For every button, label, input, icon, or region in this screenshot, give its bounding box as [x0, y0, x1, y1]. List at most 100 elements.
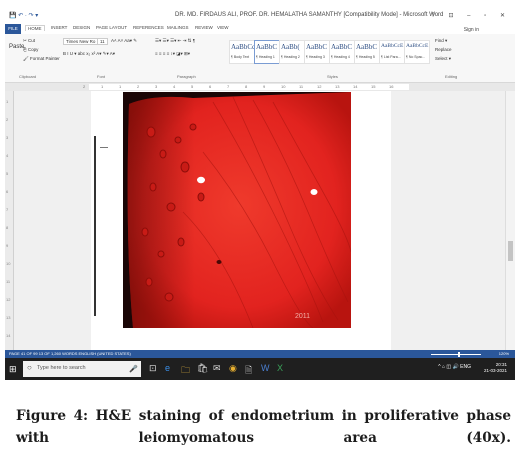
vruler-mark: 9 [6, 243, 9, 248]
file-explorer-icon[interactable]: 🗀 [181, 363, 190, 379]
replace-button[interactable]: Replace [435, 47, 452, 52]
vruler-mark: 12 [6, 297, 11, 302]
tab-home[interactable]: HOME [25, 25, 45, 31]
ruler-mark: 6 [209, 84, 212, 89]
style-sample: AaBbCc [231, 43, 256, 51]
vacuole-right [310, 189, 318, 195]
clipboard-group-label: Clipboard [19, 74, 37, 79]
ruler-mark: 3 [155, 84, 158, 89]
style-heading-5[interactable]: AaBbC ¶ Heading 5 [354, 40, 380, 64]
microphone-icon[interactable]: 🎤 [129, 365, 138, 373]
start-icon[interactable]: ⊞ [9, 364, 17, 375]
quick-access-toolbar[interactable]: 💾 ↶ · ↷ ▾ [9, 12, 38, 19]
ruler-mark: 10 [281, 84, 286, 89]
histology-micrograph: 2011 [123, 92, 351, 328]
cut-button[interactable]: ✂ Cut [23, 38, 35, 44]
ribbon-tabs: FILE HOME INSERT DESIGN PAGE LAYOUT REFE… [5, 24, 515, 34]
ruler-mark: 1 [101, 84, 104, 89]
dark-spot [216, 260, 222, 264]
document-icon[interactable]: 🗎 [245, 363, 252, 379]
font-name-select[interactable]: Times New Ro [63, 38, 99, 45]
window-title: DR. MD. FIRDAUS ALI, PROF. DR. HEMALATHA… [175, 12, 444, 18]
taskbar-clock[interactable]: 20:31 21-03-2021 [484, 362, 507, 374]
style-heading-4[interactable]: AaBbC ¶ Heading 4 [329, 40, 355, 64]
paragraph-align-buttons[interactable]: ≡ ≡ ≡ ≡ ↕▾ ◪▾ ⊞▾ [155, 51, 190, 57]
zoom-slider[interactable] [431, 354, 481, 355]
window-controls[interactable]: ? ⊡ – ▫ ✕ [431, 12, 511, 19]
status-text: PAGE 41 OF 99 13 OF 1,260 WORDS ENGLISH … [9, 351, 131, 356]
tab-view[interactable]: VIEW [217, 25, 229, 30]
font-format-buttons[interactable]: B I U ▾ abc x₂ x² A▾ ✎▾ A▾ [63, 51, 115, 57]
vruler-mark: 2 [6, 117, 9, 122]
tab-insert[interactable]: INSERT [51, 25, 67, 30]
ruler-mark: 13 [335, 84, 340, 89]
ribbon: Paste ✂ Cut ⎘ Copy 🖌 Format Painter Clip… [5, 34, 515, 83]
tab-file[interactable]: FILE [5, 24, 21, 34]
style-sample: AaBbC [356, 43, 377, 51]
style-list-paragraph[interactable]: AaBbCcE ¶ List Para... [379, 40, 405, 64]
ruler-mark: 12 [317, 84, 322, 89]
vruler-mark: 5 [6, 171, 9, 176]
excel-icon[interactable]: X [277, 363, 283, 373]
ruler-mark: 4 [173, 84, 176, 89]
select-button[interactable]: Select ▾ [435, 56, 451, 62]
paragraph-group-label: Paragraph [177, 74, 196, 79]
style-sample: AaBb( [281, 43, 300, 51]
chrome-icon[interactable]: ◉ [229, 363, 237, 374]
format-painter-button[interactable]: 🖌 Format Painter [23, 56, 60, 62]
paragraph-list-buttons[interactable]: ☰▾ ☰▾ ☰▾ ⇤ ⇥ ⇅ ¶ [155, 38, 195, 44]
search-icon: ○ [27, 363, 32, 372]
style-name: ¶ No Spac... [406, 55, 426, 59]
system-tray[interactable]: ^ ⌂ ◫ 🔊 ENG [438, 364, 471, 370]
ruler-mark: 2 [83, 84, 86, 89]
style-heading-1[interactable]: AaBbC ¶ Heading 1 [254, 40, 280, 64]
style-sample: AaBbCcE [406, 43, 429, 49]
search-placeholder: Type here to search [37, 365, 86, 371]
ruler-mark: 11 [299, 84, 304, 89]
style-name: ¶ Heading 3 [306, 55, 325, 59]
font-tools[interactable]: A˄ A˅ Aa▾ ✎ [111, 38, 137, 44]
store-icon[interactable]: 🛍 [197, 363, 208, 374]
scrollbar-thumb[interactable] [508, 241, 513, 261]
slide-timestamp: 2011 [295, 313, 310, 320]
font-size-select[interactable]: 11 [97, 38, 108, 45]
zoom-slider-knob[interactable] [458, 352, 460, 357]
tab-references[interactable]: REFERENCES [133, 25, 164, 30]
style-no-spacing[interactable]: AaBbCcE ¶ No Spac... [404, 40, 430, 64]
copy-button[interactable]: ⎘ Copy [23, 47, 38, 52]
vertical-ruler[interactable]: 1 2 3 4 5 6 7 8 9 10 11 12 13 14 [5, 91, 14, 358]
find-button[interactable]: Find ▾ [435, 38, 447, 44]
ruler-mark: 15 [371, 84, 376, 89]
mail-icon[interactable]: ✉ [213, 363, 221, 374]
style-name: ¶ Heading 1 [256, 55, 275, 59]
ruler-mark: 14 [353, 84, 358, 89]
style-heading-3[interactable]: AaBbC ¶ Heading 3 [304, 40, 330, 64]
style-heading-2[interactable]: AaBb(¶ Heading 2 [279, 40, 305, 64]
tab-design[interactable]: DESIGN [73, 25, 90, 30]
style-sample: AaBbC [331, 43, 352, 51]
style-name: ¶ Heading 4 [331, 55, 350, 59]
edge-icon[interactable]: e [165, 363, 170, 373]
tab-page-layout[interactable]: PAGE LAYOUT [96, 25, 127, 30]
taskbar-search-box[interactable]: ○ Type here to search [23, 361, 141, 377]
tab-mailings[interactable]: MAILINGS [167, 25, 189, 30]
style-sample: AaBbCcE [381, 43, 404, 49]
style-body-text[interactable]: AaBbCc ¶ Body Text [229, 40, 255, 64]
vruler-mark: 13 [6, 315, 11, 320]
vruler-mark: 1 [6, 99, 9, 104]
status-bar: PAGE 41 OF 99 13 OF 1,260 WORDS ENGLISH … [5, 350, 515, 358]
ruler-mark: 7 [227, 84, 230, 89]
task-view-icon[interactable]: ⊡ [149, 363, 157, 374]
word-window-screenshot: 💾 ↶ · ↷ ▾ DR. MD. FIRDAUS ALI, PROF. DR.… [5, 10, 515, 380]
ruler-mark: 1 [119, 84, 122, 89]
vruler-mark: 11 [6, 279, 11, 284]
title-bar: 💾 ↶ · ↷ ▾ DR. MD. FIRDAUS ALI, PROF. DR.… [5, 10, 515, 25]
sign-in-link[interactable]: Sign in [464, 27, 479, 33]
ruler-mark: 5 [191, 84, 194, 89]
zoom-level[interactable]: 120% [499, 351, 509, 356]
word-icon[interactable]: W [261, 363, 270, 373]
ruler-mark: 9 [263, 84, 266, 89]
vertical-scrollbar[interactable] [505, 91, 515, 358]
tab-review[interactable]: REVIEW [195, 25, 213, 30]
ruler-mark: 16 [389, 84, 394, 89]
